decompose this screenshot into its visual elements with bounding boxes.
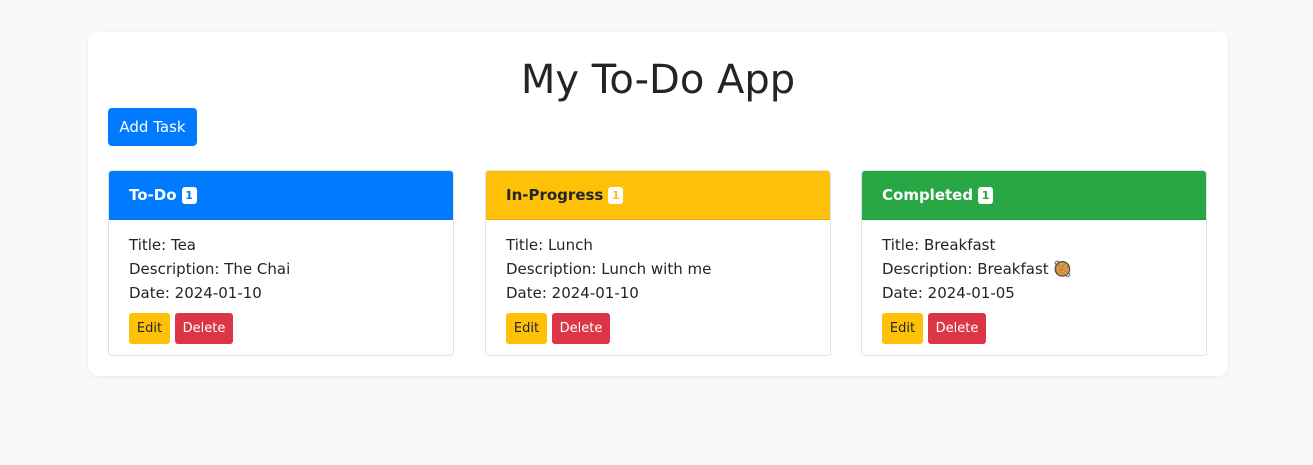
count-badge: 1 <box>181 186 197 204</box>
column-in-progress: In-Progress 1 Title: Lunch Description: … <box>485 170 831 356</box>
column-title: In-Progress <box>506 186 604 204</box>
delete-button[interactable]: Delete <box>928 313 986 344</box>
task-actions: Edit Delete <box>129 313 433 344</box>
task-item: Title: Breakfast Description: Breakfast … <box>862 220 1206 344</box>
column-title: Completed <box>882 186 974 204</box>
count-badge: 1 <box>978 186 994 204</box>
task-date: Date: 2024-01-10 <box>129 284 262 302</box>
delete-button[interactable]: Delete <box>175 313 233 344</box>
column-header-todo: To-Do 1 <box>109 171 453 220</box>
task-title: Title: Tea <box>129 236 197 254</box>
task-date: Date: 2024-01-05 <box>882 284 1015 302</box>
count-badge: 1 <box>608 186 624 204</box>
task-columns: To-Do 1 Title: Tea Description: The Chai… <box>108 170 1208 356</box>
delete-button[interactable]: Delete <box>552 313 610 344</box>
task-actions: Edit Delete <box>882 313 1186 344</box>
column-header-in-progress: In-Progress 1 <box>486 171 830 220</box>
task-item: Title: Tea Description: The Chai Date: 2… <box>109 220 453 344</box>
column-completed: Completed 1 Title: Breakfast Description… <box>861 170 1207 356</box>
task-item: Title: Lunch Description: Lunch with me … <box>486 220 830 344</box>
task-title: Title: Breakfast <box>882 236 996 254</box>
task-description: Description: Breakfast 🥘 <box>882 260 1073 278</box>
edit-button[interactable]: Edit <box>506 313 547 344</box>
add-task-button[interactable]: Add Task <box>108 108 197 146</box>
page-title: My To-Do App <box>520 57 796 103</box>
app-container: My To-Do App Add Task To-Do 1 Title: Tea… <box>88 32 1228 376</box>
task-description: Description: Lunch with me <box>506 260 712 278</box>
task-title: Title: Lunch <box>506 236 593 254</box>
column-title: To-Do <box>129 186 177 204</box>
column-header-completed: Completed 1 <box>862 171 1206 220</box>
task-date: Date: 2024-01-10 <box>506 284 639 302</box>
task-description: Description: The Chai <box>129 260 291 278</box>
edit-button[interactable]: Edit <box>882 313 923 344</box>
task-actions: Edit Delete <box>506 313 810 344</box>
column-todo: To-Do 1 Title: Tea Description: The Chai… <box>108 170 454 356</box>
edit-button[interactable]: Edit <box>129 313 170 344</box>
